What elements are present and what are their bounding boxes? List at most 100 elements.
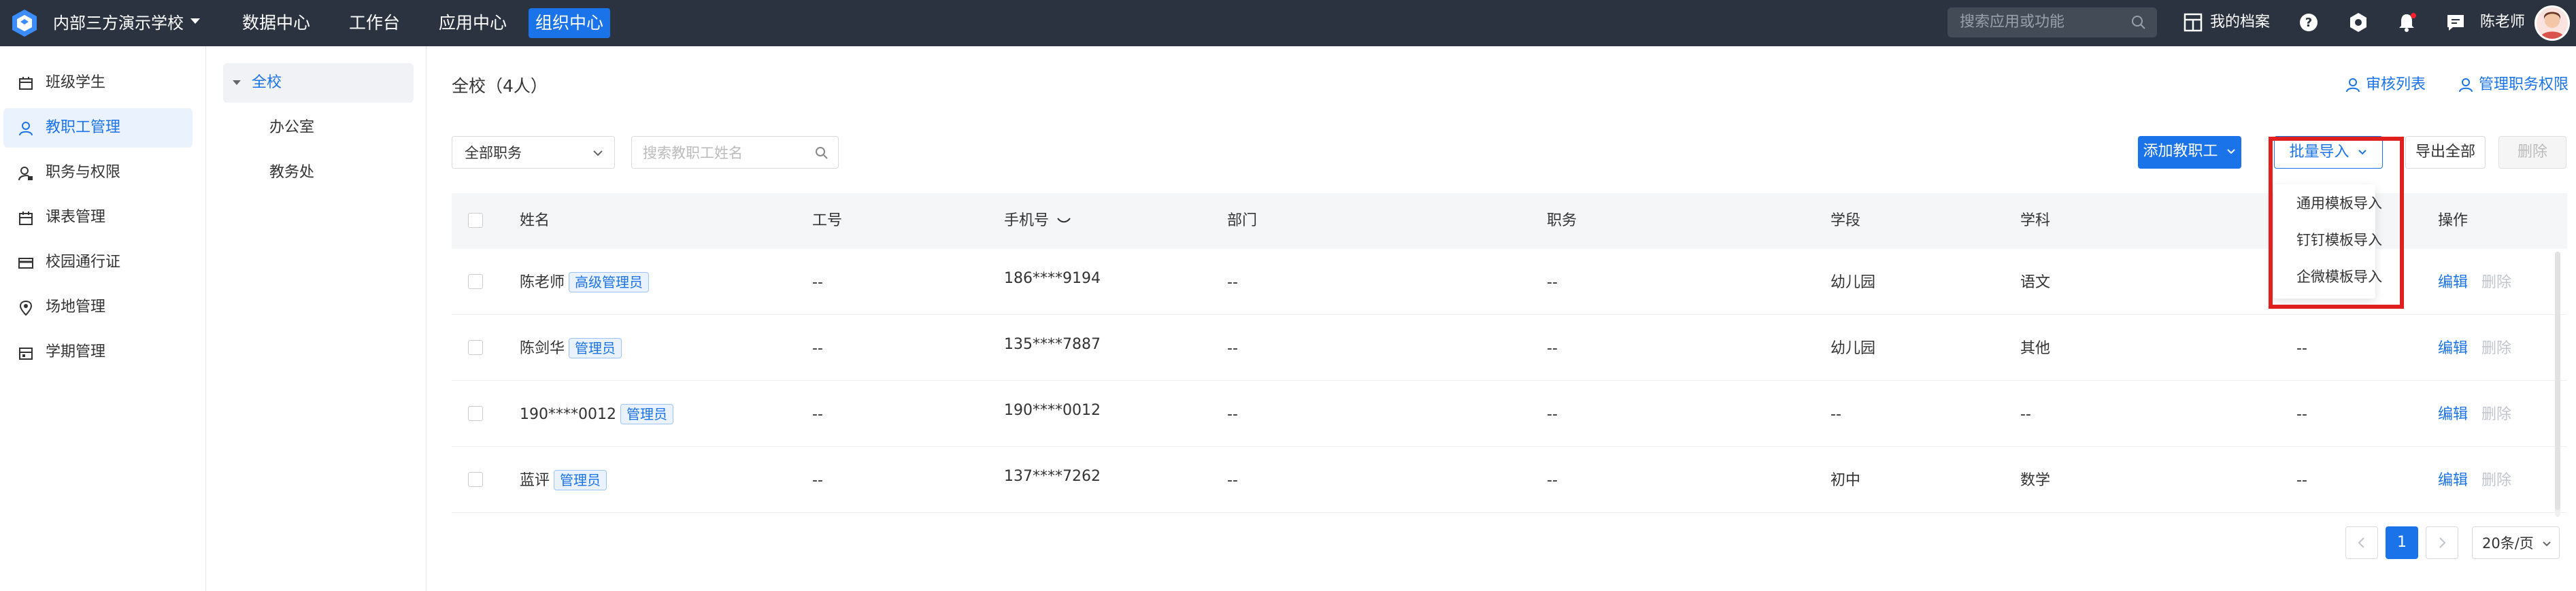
staff-subject: 语文 <box>2020 274 2051 291</box>
profile-grid-icon[interactable] <box>2184 13 2203 32</box>
message-icon[interactable] <box>2445 12 2466 33</box>
settings-icon[interactable] <box>2347 12 2369 33</box>
help-icon[interactable]: ? <box>2298 12 2320 33</box>
sidebar-item-label: 校园通行证 <box>46 254 121 271</box>
edit-link[interactable]: 编辑 <box>2438 471 2468 490</box>
chevron-right-icon <box>2439 537 2446 548</box>
avatar[interactable] <box>2535 5 2570 41</box>
staff-id: -- <box>812 274 823 291</box>
staff-dept: -- <box>1227 274 1238 291</box>
caret-down-icon[interactable] <box>233 80 241 85</box>
staff-search-placeholder: 搜索教职工姓名 <box>643 145 743 161</box>
staff-phone: 135****7887 <box>1004 336 1101 353</box>
edit-link[interactable]: 编辑 <box>2438 339 2468 358</box>
tree-node-label: 全校 <box>252 74 282 91</box>
row-checkbox[interactable] <box>468 472 483 487</box>
manage-permission-label: 管理职务权限 <box>2479 76 2569 93</box>
staff-position: -- <box>1547 472 1558 489</box>
row-checkbox[interactable] <box>468 406 483 421</box>
next-page-button[interactable] <box>2426 526 2458 559</box>
table-row: 陈剑华 管理员 -- 135****7887 -- -- 幼儿园 其他 -- 编辑… <box>452 315 2567 381</box>
staff-id: -- <box>812 406 823 423</box>
role-badge: 管理员 <box>569 338 622 358</box>
tree-node-label: 教务处 <box>269 164 315 181</box>
sidebar-item-timetable[interactable]: 课表管理 <box>3 198 193 237</box>
column-header-id: 工号 <box>812 212 843 229</box>
delete-link[interactable]: 删除 <box>2481 471 2511 490</box>
staff-dept: -- <box>1227 472 1238 489</box>
nav-org-center[interactable]: 组织中心 <box>529 8 611 38</box>
export-all-button[interactable]: 导出全部 <box>2405 136 2486 169</box>
staff-subject: -- <box>2020 406 2031 423</box>
staff-phone: 137****7262 <box>1004 468 1101 485</box>
staff-stage: -- <box>1830 406 1841 423</box>
sidebar-item-class-students[interactable]: 班级学生 <box>3 63 193 103</box>
sidebar: 班级学生 教职工管理 职务与权限 课表管理 校园通行证 场地管理 学期管理 <box>0 46 206 591</box>
tree-node-office[interactable]: 办公室 <box>223 108 414 148</box>
staff-phone: 190****0012 <box>1004 402 1101 419</box>
school-name[interactable]: 内部三方演示学校 <box>53 12 184 35</box>
review-list-label: 审核列表 <box>2366 76 2426 93</box>
my-profile-link[interactable]: 我的档案 <box>2210 12 2270 33</box>
nav-workbench[interactable]: 工作台 <box>342 8 407 38</box>
top-bar: 内部三方演示学校 数据中心 工作台 应用中心 组织中心 搜索应用或功能 我的档案… <box>0 0 2576 46</box>
edit-link[interactable]: 编辑 <box>2438 273 2468 292</box>
location-icon <box>19 301 33 316</box>
school-logo-icon[interactable] <box>10 8 39 38</box>
column-header-phone[interactable]: 手机号 <box>1004 212 1071 231</box>
staff-extra: -- <box>2296 340 2307 357</box>
sidebar-item-semester[interactable]: 学期管理 <box>3 333 193 372</box>
table-scrollbar-thumb[interactable] <box>2555 252 2560 510</box>
sidebar-item-roles-permissions[interactable]: 职务与权限 <box>3 153 193 192</box>
sidebar-item-label: 教职工管理 <box>46 119 121 136</box>
delete-link[interactable]: 删除 <box>2481 405 2511 424</box>
delete-link[interactable]: 删除 <box>2481 339 2511 358</box>
sidebar-item-staff-management[interactable]: 教职工管理 <box>3 108 193 148</box>
staff-extra: -- <box>2296 406 2307 423</box>
svg-text:?: ? <box>2305 16 2312 30</box>
tree-node-label: 办公室 <box>269 119 315 136</box>
page-1-button[interactable]: 1 <box>2386 526 2418 559</box>
column-header-subject: 学科 <box>2020 212 2051 229</box>
staff-name: 190****0012 <box>520 406 616 423</box>
tree-node-whole-school[interactable]: 全校 <box>223 63 414 103</box>
row-checkbox[interactable] <box>468 340 483 355</box>
nav-data-center[interactable]: 数据中心 <box>235 8 317 38</box>
add-staff-button[interactable]: 添加教职工 <box>2138 136 2241 169</box>
global-search-input[interactable]: 搜索应用或功能 <box>1947 7 2157 37</box>
sidebar-item-label: 课表管理 <box>46 209 106 226</box>
caret-down-icon[interactable] <box>190 18 200 24</box>
sidebar-item-venue[interactable]: 场地管理 <box>3 288 193 327</box>
staff-id: -- <box>812 340 823 357</box>
staff-id: -- <box>812 472 823 489</box>
user-icon <box>19 122 33 136</box>
staff-position: -- <box>1547 274 1558 291</box>
staff-search-input[interactable]: 搜索教职工姓名 <box>631 136 839 169</box>
sidebar-item-campus-pass[interactable]: 校园通行证 <box>3 243 193 282</box>
staff-name-cell: 陈老师 高级管理员 <box>520 272 650 292</box>
notification-bell-icon[interactable] <box>2396 12 2418 33</box>
delete-link[interactable]: 删除 <box>2481 273 2511 292</box>
search-icon <box>816 147 828 159</box>
search-icon <box>2132 16 2145 29</box>
staff-name-cell: 陈剑华 管理员 <box>520 338 622 358</box>
eye-closed-icon[interactable] <box>1056 216 1071 226</box>
page-size-value: 20条/页 <box>2482 535 2534 552</box>
user-name[interactable]: 陈老师 <box>2480 12 2525 33</box>
staff-extra: -- <box>2296 472 2307 489</box>
semester-icon <box>19 348 33 360</box>
page-size-select[interactable]: 20条/页 <box>2472 526 2560 559</box>
staff-name: 陈剑华 <box>520 340 565 357</box>
prev-page-button[interactable] <box>2345 526 2378 559</box>
role-filter-select[interactable]: 全部职务 <box>452 136 615 169</box>
select-all-checkbox[interactable] <box>468 213 483 228</box>
department-tree: 全校 办公室 教务处 <box>207 46 426 591</box>
column-header-dept: 部门 <box>1227 212 1258 229</box>
tree-node-academic-affairs[interactable]: 教务处 <box>223 153 414 192</box>
staff-stage: 初中 <box>1830 472 1861 489</box>
nav-app-center[interactable]: 应用中心 <box>432 8 514 38</box>
row-checkbox[interactable] <box>468 274 483 289</box>
delete-button[interactable]: 删除 <box>2498 136 2566 169</box>
staff-name: 陈老师 <box>520 274 565 291</box>
edit-link[interactable]: 编辑 <box>2438 405 2468 424</box>
